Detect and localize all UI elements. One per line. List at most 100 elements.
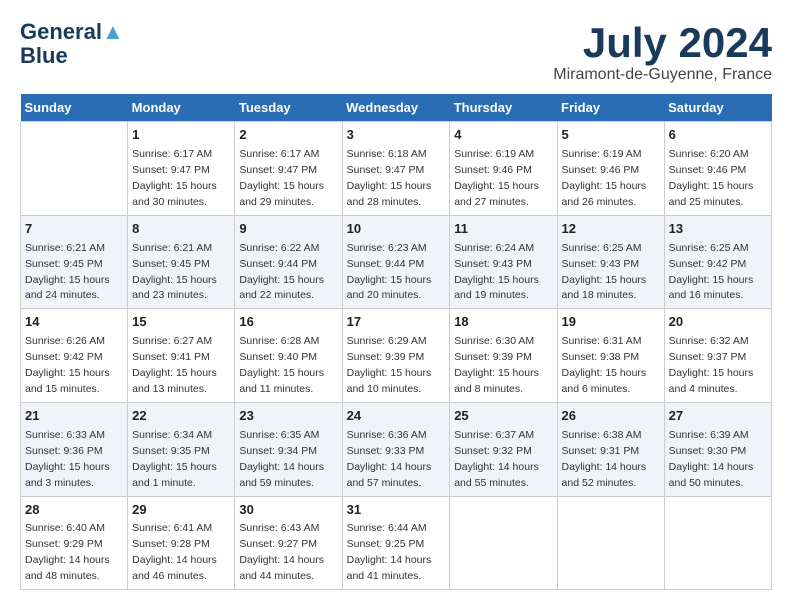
sunset-text: Sunset: 9:47 PM — [239, 164, 317, 176]
day-header-sunday: Sunday — [21, 94, 128, 122]
day-number: 11 — [454, 220, 552, 239]
sunrise-text: Sunrise: 6:44 AM — [347, 522, 427, 534]
day-number: 9 — [239, 220, 337, 239]
sunset-text: Sunset: 9:40 PM — [239, 351, 317, 363]
calendar-cell: 23 Sunrise: 6:35 AM Sunset: 9:34 PM Dayl… — [235, 402, 342, 496]
day-number: 7 — [25, 220, 123, 239]
day-number: 24 — [347, 407, 446, 426]
daylight-text: Daylight: 15 hours and 19 minutes. — [454, 274, 539, 302]
week-row-3: 14 Sunrise: 6:26 AM Sunset: 9:42 PM Dayl… — [21, 309, 772, 403]
calendar-cell — [450, 496, 557, 590]
day-header-saturday: Saturday — [664, 94, 771, 122]
daylight-text: Daylight: 15 hours and 20 minutes. — [347, 274, 432, 302]
daylight-text: Daylight: 15 hours and 3 minutes. — [25, 461, 110, 489]
daylight-text: Daylight: 15 hours and 25 minutes. — [669, 180, 754, 208]
day-number: 15 — [132, 313, 230, 332]
calendar-cell: 8 Sunrise: 6:21 AM Sunset: 9:45 PM Dayli… — [128, 215, 235, 309]
sunrise-text: Sunrise: 6:36 AM — [347, 429, 427, 441]
sunrise-text: Sunrise: 6:31 AM — [562, 335, 642, 347]
calendar-cell: 20 Sunrise: 6:32 AM Sunset: 9:37 PM Dayl… — [664, 309, 771, 403]
sunrise-text: Sunrise: 6:30 AM — [454, 335, 534, 347]
header-row: SundayMondayTuesdayWednesdayThursdayFrid… — [21, 94, 772, 122]
sunset-text: Sunset: 9:42 PM — [25, 351, 103, 363]
sunrise-text: Sunrise: 6:41 AM — [132, 522, 212, 534]
sunset-text: Sunset: 9:46 PM — [562, 164, 640, 176]
day-number: 17 — [347, 313, 446, 332]
calendar-cell: 25 Sunrise: 6:37 AM Sunset: 9:32 PM Dayl… — [450, 402, 557, 496]
sunrise-text: Sunrise: 6:17 AM — [239, 148, 319, 160]
week-row-5: 28 Sunrise: 6:40 AM Sunset: 9:29 PM Dayl… — [21, 496, 772, 590]
calendar-cell: 16 Sunrise: 6:28 AM Sunset: 9:40 PM Dayl… — [235, 309, 342, 403]
sunset-text: Sunset: 9:29 PM — [25, 538, 103, 550]
location: Miramont-de-Guyenne, France — [553, 66, 772, 84]
sunset-text: Sunset: 9:43 PM — [562, 258, 640, 270]
calendar-cell: 26 Sunrise: 6:38 AM Sunset: 9:31 PM Dayl… — [557, 402, 664, 496]
daylight-text: Daylight: 15 hours and 6 minutes. — [562, 367, 647, 395]
calendar-cell: 10 Sunrise: 6:23 AM Sunset: 9:44 PM Dayl… — [342, 215, 450, 309]
daylight-text: Daylight: 15 hours and 29 minutes. — [239, 180, 324, 208]
day-number: 30 — [239, 501, 337, 520]
daylight-text: Daylight: 14 hours and 57 minutes. — [347, 461, 432, 489]
calendar-cell: 14 Sunrise: 6:26 AM Sunset: 9:42 PM Dayl… — [21, 309, 128, 403]
calendar-cell — [21, 122, 128, 216]
day-number: 13 — [669, 220, 767, 239]
daylight-text: Daylight: 15 hours and 15 minutes. — [25, 367, 110, 395]
sunrise-text: Sunrise: 6:26 AM — [25, 335, 105, 347]
sunset-text: Sunset: 9:46 PM — [454, 164, 532, 176]
daylight-text: Daylight: 14 hours and 44 minutes. — [239, 554, 324, 582]
daylight-text: Daylight: 14 hours and 50 minutes. — [669, 461, 754, 489]
day-number: 21 — [25, 407, 123, 426]
day-number: 12 — [562, 220, 660, 239]
sunset-text: Sunset: 9:43 PM — [454, 258, 532, 270]
sunrise-text: Sunrise: 6:43 AM — [239, 522, 319, 534]
sunset-text: Sunset: 9:30 PM — [669, 445, 747, 457]
sunset-text: Sunset: 9:45 PM — [25, 258, 103, 270]
calendar-cell: 9 Sunrise: 6:22 AM Sunset: 9:44 PM Dayli… — [235, 215, 342, 309]
daylight-text: Daylight: 15 hours and 13 minutes. — [132, 367, 217, 395]
sunrise-text: Sunrise: 6:17 AM — [132, 148, 212, 160]
sunset-text: Sunset: 9:39 PM — [347, 351, 425, 363]
sunrise-text: Sunrise: 6:34 AM — [132, 429, 212, 441]
sunrise-text: Sunrise: 6:21 AM — [25, 242, 105, 254]
day-number: 10 — [347, 220, 446, 239]
calendar-cell: 2 Sunrise: 6:17 AM Sunset: 9:47 PM Dayli… — [235, 122, 342, 216]
week-row-2: 7 Sunrise: 6:21 AM Sunset: 9:45 PM Dayli… — [21, 215, 772, 309]
day-header-monday: Monday — [128, 94, 235, 122]
daylight-text: Daylight: 15 hours and 16 minutes. — [669, 274, 754, 302]
day-number: 4 — [454, 126, 552, 145]
logo-text: General▲Blue — [20, 20, 124, 68]
calendar-cell: 27 Sunrise: 6:39 AM Sunset: 9:30 PM Dayl… — [664, 402, 771, 496]
daylight-text: Daylight: 15 hours and 24 minutes. — [25, 274, 110, 302]
sunrise-text: Sunrise: 6:39 AM — [669, 429, 749, 441]
sunset-text: Sunset: 9:44 PM — [239, 258, 317, 270]
calendar-cell: 17 Sunrise: 6:29 AM Sunset: 9:39 PM Dayl… — [342, 309, 450, 403]
day-number: 20 — [669, 313, 767, 332]
sunset-text: Sunset: 9:38 PM — [562, 351, 640, 363]
daylight-text: Daylight: 15 hours and 23 minutes. — [132, 274, 217, 302]
day-number: 27 — [669, 407, 767, 426]
daylight-text: Daylight: 15 hours and 28 minutes. — [347, 180, 432, 208]
week-row-4: 21 Sunrise: 6:33 AM Sunset: 9:36 PM Dayl… — [21, 402, 772, 496]
day-number: 19 — [562, 313, 660, 332]
sunset-text: Sunset: 9:28 PM — [132, 538, 210, 550]
sunset-text: Sunset: 9:31 PM — [562, 445, 640, 457]
sunrise-text: Sunrise: 6:23 AM — [347, 242, 427, 254]
sunrise-text: Sunrise: 6:35 AM — [239, 429, 319, 441]
logo: General▲Blue — [20, 20, 124, 68]
day-number: 25 — [454, 407, 552, 426]
day-number: 22 — [132, 407, 230, 426]
sunrise-text: Sunrise: 6:20 AM — [669, 148, 749, 160]
sunset-text: Sunset: 9:25 PM — [347, 538, 425, 550]
calendar-cell: 31 Sunrise: 6:44 AM Sunset: 9:25 PM Dayl… — [342, 496, 450, 590]
daylight-text: Daylight: 14 hours and 59 minutes. — [239, 461, 324, 489]
day-number: 8 — [132, 220, 230, 239]
calendar-cell: 18 Sunrise: 6:30 AM Sunset: 9:39 PM Dayl… — [450, 309, 557, 403]
day-number: 2 — [239, 126, 337, 145]
sunset-text: Sunset: 9:45 PM — [132, 258, 210, 270]
daylight-text: Daylight: 15 hours and 26 minutes. — [562, 180, 647, 208]
day-number: 1 — [132, 126, 230, 145]
calendar-cell: 13 Sunrise: 6:25 AM Sunset: 9:42 PM Dayl… — [664, 215, 771, 309]
sunrise-text: Sunrise: 6:19 AM — [454, 148, 534, 160]
calendar-table: SundayMondayTuesdayWednesdayThursdayFrid… — [20, 94, 772, 590]
month-title: July 2024 — [553, 20, 772, 66]
